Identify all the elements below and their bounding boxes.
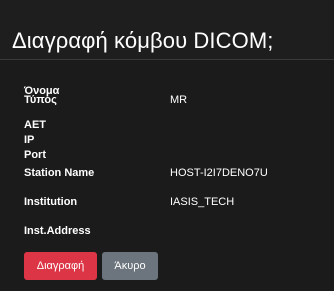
delete-dicom-node-dialog: Διαγραφή κόμβου DICOM; Όνομα Τύπος MR AE… (0, 0, 334, 291)
field-label-inst-address: Inst.Address (24, 225, 91, 237)
field-label-ip: IP (24, 134, 35, 146)
field-label-station-name: Station Name (24, 167, 95, 179)
field-value-type: MR (170, 94, 188, 106)
field-row-institution: Institution IASIS_TECH (24, 195, 324, 209)
field-label-aet: AET (24, 119, 46, 131)
field-row-aet: AET (24, 118, 324, 132)
field-label-type: Τύπος (24, 94, 57, 106)
field-row-port: Port (24, 148, 324, 162)
field-label-institution: Institution (24, 196, 78, 208)
dialog-title: Διαγραφή κόμβου DICOM; (12, 28, 274, 53)
dialog-header: Διαγραφή κόμβου DICOM; (0, 0, 334, 60)
field-row-inst-address: Inst.Address (24, 224, 324, 238)
field-value-institution: IASIS_TECH (170, 196, 235, 208)
delete-button[interactable]: Διαγραφή (24, 252, 97, 280)
cancel-button[interactable]: Άκυρο (102, 252, 158, 280)
field-row-station-name: Station Name HOST-I2I7DENO7U (24, 166, 324, 180)
field-label-port: Port (24, 149, 46, 161)
field-value-station-name: HOST-I2I7DENO7U (170, 167, 268, 179)
field-row-type: Τύπος MR (24, 93, 324, 107)
field-row-ip: IP (24, 133, 324, 147)
